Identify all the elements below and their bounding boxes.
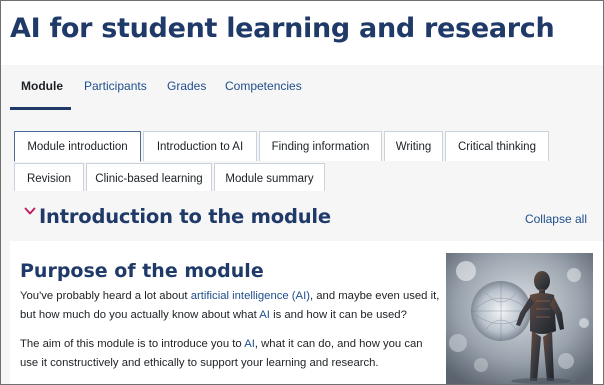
page-title: AI for student learning and research <box>10 13 555 44</box>
tab-module-introduction[interactable]: Module introduction <box>14 131 141 162</box>
tab-label: Finding information <box>271 140 370 153</box>
secondary-navigation: Module Participants Grades Competencies <box>1 65 603 111</box>
tab-critical-thinking[interactable]: Critical thinking <box>445 131 549 161</box>
para1-after: is and how it can be used? <box>269 309 407 321</box>
para1-before: You've probably heard a lot about <box>20 290 191 302</box>
section-header: Introduction to the module Collapse all <box>14 191 591 235</box>
tab-label: Module introduction <box>27 140 128 153</box>
tab-revision[interactable]: Revision <box>14 163 84 193</box>
tab-finding-information[interactable]: Finding information <box>259 131 382 161</box>
page-header: AI for student learning and research <box>1 1 603 65</box>
nav-item-grades[interactable]: Grades <box>167 79 206 93</box>
para2-before: The aim of this module is to introduce y… <box>20 338 245 350</box>
tab-introduction-to-ai[interactable]: Introduction to AI <box>143 131 257 161</box>
tab-label: Module summary <box>225 172 314 185</box>
nav-item-competencies[interactable]: Competencies <box>225 79 302 93</box>
collapse-all-link[interactable]: Collapse all <box>525 212 587 226</box>
ai-link-2[interactable]: AI <box>244 338 255 350</box>
ai-robot-image <box>446 253 593 384</box>
tab-label: Critical thinking <box>458 140 536 153</box>
content-card: Purpose of the module You've probably he… <box>10 241 603 384</box>
purpose-heading: Purpose of the module <box>20 260 264 282</box>
ai-link[interactable]: AI <box>259 309 270 321</box>
chevron-down-icon[interactable] <box>24 205 36 217</box>
intro-paragraph: You've probably heard a lot about artifi… <box>20 287 440 325</box>
tab-clinic-based-learning[interactable]: Clinic-based learning <box>86 163 212 193</box>
tab-label: Writing <box>395 140 432 153</box>
tab-label: Introduction to AI <box>156 140 244 153</box>
nav-item-module[interactable]: Module <box>21 79 63 93</box>
section-title[interactable]: Introduction to the module <box>39 205 331 228</box>
tab-label: Revision <box>26 172 72 185</box>
artificial-intelligence-link[interactable]: artificial intelligence (AI) <box>191 290 310 302</box>
tab-module-summary[interactable]: Module summary <box>214 163 325 193</box>
active-nav-indicator <box>10 107 71 110</box>
tab-writing[interactable]: Writing <box>384 131 443 161</box>
tab-label: Clinic-based learning <box>95 172 203 185</box>
aim-paragraph: The aim of this module is to introduce y… <box>20 335 440 373</box>
nav-item-participants[interactable]: Participants <box>84 79 147 93</box>
